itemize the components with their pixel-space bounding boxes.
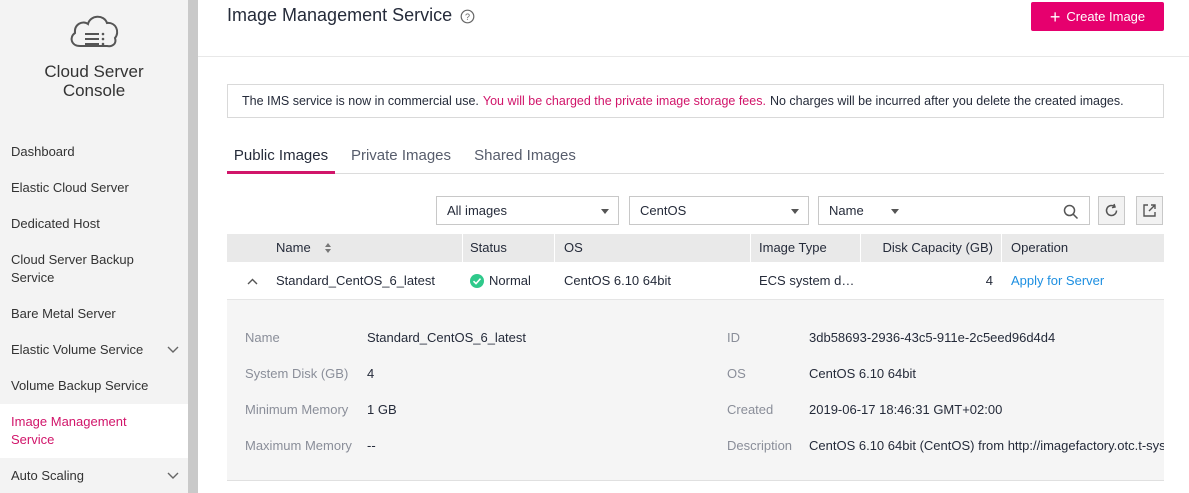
search-input[interactable]: Name: [818, 196, 1090, 225]
detail-label-id: ID: [727, 330, 740, 345]
column-divider: [1001, 234, 1002, 262]
chevron-up-icon[interactable]: [247, 278, 258, 285]
caret-down-icon: [891, 209, 899, 214]
notice-banner: The IMS service is now in commercial use…: [227, 84, 1164, 118]
detail-value-created: 2019-06-17 18:46:31 GMT+02:00: [809, 402, 1003, 417]
page-header: Image Management Service ? + Create Imag…: [198, 0, 1189, 57]
os-select[interactable]: CentOS: [629, 196, 809, 225]
export-button[interactable]: [1136, 196, 1163, 225]
column-header-disk-capacity: Disk Capacity (GB): [882, 240, 993, 255]
image-tabs: Public Images Private Images Shared Imag…: [227, 141, 1164, 174]
search-field-select[interactable]: Name: [829, 203, 864, 218]
detail-value-name: Standard_CentOS_6_latest: [367, 330, 526, 345]
image-type: ECS system d…: [759, 273, 855, 288]
image-os: CentOS 6.10 64bit: [564, 273, 671, 288]
column-header-operation: Operation: [1011, 240, 1069, 255]
status-badge: Normal: [470, 262, 531, 300]
sidebar-item-auto-scaling[interactable]: Auto Scaling: [0, 458, 188, 493]
plus-icon: +: [1049, 6, 1061, 27]
tab-public-images[interactable]: Public Images: [227, 141, 335, 174]
sidebar-item-dashboard[interactable]: Dashboard: [0, 134, 188, 170]
export-icon: [1143, 204, 1156, 217]
table-row: Standard_CentOS_6_latest Normal CentOS 6…: [227, 262, 1164, 300]
chevron-down-icon[interactable]: [167, 472, 179, 480]
sidebar-item-image-management-service[interactable]: Image Management Service: [0, 404, 188, 458]
sidebar-scrollbar[interactable]: [188, 0, 198, 493]
image-scope-select[interactable]: All images: [436, 196, 619, 225]
detail-label-description: Description: [727, 438, 793, 453]
apply-for-server-link[interactable]: Apply for Server: [1011, 262, 1104, 300]
chevron-down-icon[interactable]: [167, 346, 179, 354]
page-title: Image Management Service: [227, 5, 453, 25]
sidebar-item-cloud-server-backup-service[interactable]: Cloud Server Backup Service: [0, 242, 188, 296]
tab-private-images[interactable]: Private Images: [347, 141, 455, 174]
main-content: Image Management Service ? + Create Imag…: [198, 0, 1189, 493]
column-divider: [462, 234, 463, 262]
table-header: Name Status OS Image Type Disk Capacity …: [227, 234, 1164, 262]
column-divider: [554, 234, 555, 262]
detail-value-id: 3db58693-2936-43c5-911e-2c5eed96d4d4: [809, 330, 1056, 345]
sidebar: Cloud Server Console Dashboard Elastic C…: [0, 0, 188, 493]
sidebar-item-bare-metal-server[interactable]: Bare Metal Server: [0, 296, 188, 332]
detail-label-name: Name: [245, 330, 280, 345]
image-detail-panel: Name Standard_CentOS_6_latest System Dis…: [227, 300, 1164, 481]
detail-value-os: CentOS 6.10 64bit: [809, 366, 916, 381]
caret-down-icon: [601, 209, 609, 214]
column-header-image-type: Image Type: [759, 240, 827, 255]
detail-label-created: Created: [727, 402, 774, 417]
help-icon[interactable]: ?: [460, 9, 475, 24]
svg-text:?: ?: [465, 12, 470, 22]
detail-label-max-memory: Maximum Memory: [245, 438, 352, 453]
search-icon[interactable]: [1063, 204, 1079, 220]
console-title: Cloud Server Console: [44, 62, 144, 100]
detail-value-min-memory: 1 GB: [367, 402, 397, 417]
image-name: Standard_CentOS_6_latest: [276, 273, 435, 288]
column-divider: [860, 234, 861, 262]
sidebar-item-elastic-volume-service[interactable]: Elastic Volume Service: [0, 332, 188, 368]
detail-label-min-memory: Minimum Memory: [245, 402, 349, 417]
sidebar-item-elastic-cloud-server[interactable]: Elastic Cloud Server: [0, 170, 188, 206]
refresh-button[interactable]: [1098, 196, 1125, 225]
column-header-status: Status: [470, 240, 507, 255]
detail-label-system-disk: System Disk (GB): [245, 366, 349, 381]
tab-shared-images[interactable]: Shared Images: [468, 141, 582, 174]
column-header-os: OS: [564, 240, 583, 255]
refresh-icon: [1105, 203, 1118, 217]
sort-icon[interactable]: [324, 242, 332, 254]
sidebar-nav: Dashboard Elastic Cloud Server Dedicated…: [0, 134, 188, 493]
sidebar-item-volume-backup-service[interactable]: Volume Backup Service: [0, 368, 188, 404]
console-logo: Cloud Server Console: [0, 10, 188, 100]
caret-down-icon: [791, 209, 799, 214]
sidebar-item-dedicated-host[interactable]: Dedicated Host: [0, 206, 188, 242]
create-image-button[interactable]: + Create Image: [1031, 2, 1164, 31]
cloud-server-icon: [70, 15, 119, 48]
column-divider: [750, 234, 751, 262]
detail-value-system-disk: 4: [367, 366, 375, 381]
detail-value-max-memory: --: [367, 438, 376, 453]
detail-value-description: CentOS 6.10 64bit (CentOS) from http://i…: [809, 438, 1164, 453]
disk-capacity: 4: [985, 273, 993, 288]
check-circle-icon: [470, 274, 484, 288]
detail-label-os: OS: [727, 366, 746, 381]
column-header-name[interactable]: Name: [276, 234, 332, 262]
